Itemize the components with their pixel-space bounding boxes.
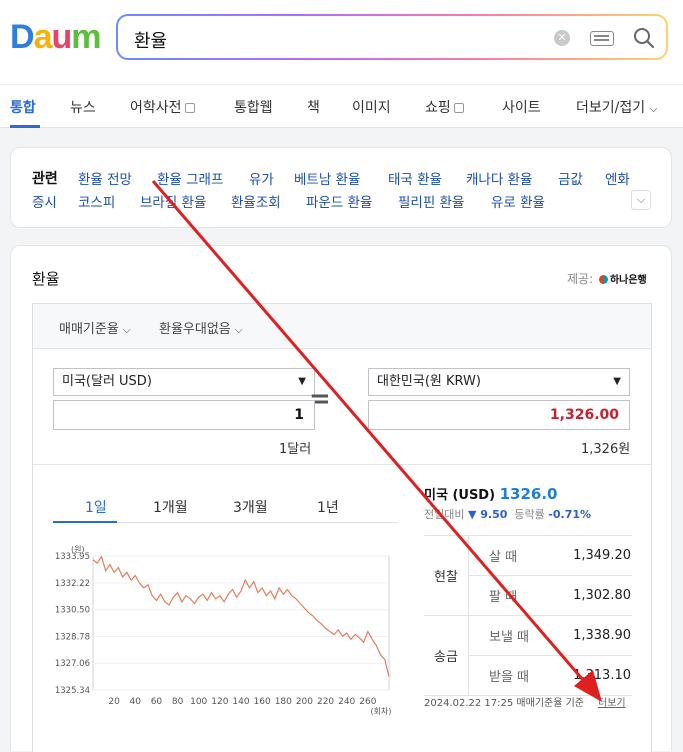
annotation-arrow xyxy=(151,180,602,702)
